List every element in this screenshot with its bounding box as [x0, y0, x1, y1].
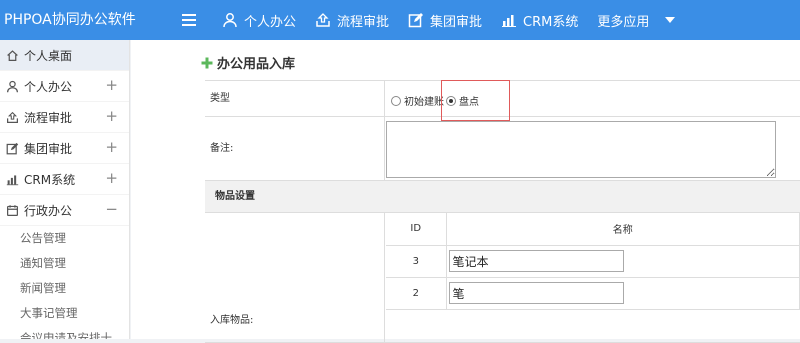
topnav-label: 集团审批: [430, 14, 483, 30]
sidebar-subitem-news[interactable]: 新闻管理: [0, 276, 129, 301]
sidebar-subitem-events[interactable]: 大事记管理: [0, 301, 129, 326]
topnav-group-approval[interactable]: 集团审批: [408, 11, 482, 30]
stock-in-form: 类型 初始建账 盘点 备注: 物品设置 入库物品: ID 名称 3 笔记本 2 …: [205, 80, 800, 343]
table-row: 2: [386, 277, 800, 310]
expand-icon[interactable]: +: [105, 109, 118, 124]
radio-button-selected[interactable]: [446, 95, 456, 106]
topnav-personal-office[interactable]: 个人办公: [222, 11, 296, 30]
topnav-label: CRM系统: [523, 14, 579, 30]
radio-inventory-check[interactable]: 盘点: [446, 93, 479, 108]
bar-chart-icon: [502, 15, 517, 27]
workflow-icon: [316, 13, 330, 27]
sidebar-subitem-announcements[interactable]: 公告管理: [0, 226, 129, 251]
calendar-icon: [7, 204, 18, 216]
top-bar: PHPOA协同办公软件 个人办公 流程审批 集团审批 CRM系统 更多应用: [0, 0, 800, 40]
items-row: 入库物品: ID 名称 3 2: [205, 213, 800, 343]
sidebar-item-label: 行政办公: [24, 203, 73, 218]
item-name-input[interactable]: [448, 250, 624, 272]
cell-name: [446, 245, 800, 278]
topnav-label: 更多应用: [597, 14, 650, 30]
cell-id: 2: [386, 277, 447, 310]
item-name-input[interactable]: [448, 282, 624, 304]
sidebar-item-personal-office[interactable]: 个人办公 +: [0, 71, 129, 102]
items-label: 入库物品:: [205, 213, 385, 342]
sidebar-subitem-notices[interactable]: 通知管理: [0, 251, 129, 276]
sidebar-item-group-approval[interactable]: 集团审批 +: [0, 133, 129, 164]
section-title: 物品设置: [215, 191, 255, 202]
sidebar-item-crm[interactable]: CRM系统 +: [0, 164, 129, 195]
sidebar-item-workflow[interactable]: 流程审批 +: [0, 102, 129, 133]
plus-icon: [201, 57, 213, 68]
note-row: 备注:: [205, 117, 800, 181]
sidebar: 个人桌面 个人办公 + 流程审批 + 集团审批 + CRM系统 + 行政办公 −…: [0, 40, 130, 339]
collapse-icon[interactable]: −: [105, 202, 118, 217]
edit-icon: [6, 142, 19, 154]
type-row: 类型 初始建账 盘点: [205, 81, 800, 117]
section-header: 物品设置: [205, 181, 800, 213]
expand-icon[interactable]: +: [105, 171, 118, 186]
topnav-more-apps[interactable]: 更多应用: [597, 11, 676, 30]
note-textarea[interactable]: [386, 121, 776, 178]
page-title: 办公用品入库: [201, 53, 295, 72]
table-header-row: ID 名称: [386, 213, 800, 246]
radio-label: 初始建账: [404, 97, 444, 108]
items-field: ID 名称 3 2: [386, 213, 800, 342]
topnav-crm[interactable]: CRM系统: [501, 11, 578, 30]
note-field: [386, 117, 800, 180]
sidebar-item-label: CRM系统: [24, 172, 76, 187]
note-label: 备注:: [205, 117, 385, 180]
column-header-id: ID: [386, 213, 447, 246]
radio-label: 盘点: [459, 97, 479, 108]
top-nav: 个人办公 流程审批 集团审批 CRM系统 更多应用: [222, 0, 694, 40]
menu-toggle-icon[interactable]: [180, 11, 198, 29]
column-header-name: 名称: [446, 213, 800, 246]
sidebar-item-label: 流程审批: [24, 110, 73, 125]
sidebar-item-personal-desktop[interactable]: 个人桌面: [0, 40, 129, 71]
sidebar-item-label: 个人办公: [24, 79, 73, 94]
main-content: 办公用品入库 类型 初始建账 盘点 备注: 物品设置 入库物品: ID 名称 3…: [131, 40, 800, 343]
expand-icon[interactable]: +: [105, 140, 118, 155]
bar-chart-icon: [6, 174, 19, 185]
expand-icon[interactable]: +: [105, 78, 118, 93]
home-icon: [7, 49, 18, 61]
type-label: 类型: [205, 81, 385, 116]
sidebar-item-admin-office[interactable]: 行政办公 −: [0, 195, 129, 226]
user-icon: [7, 80, 18, 92]
topnav-label: 个人办公: [244, 14, 297, 30]
cell-id: 3: [386, 245, 447, 278]
topnav-workflow[interactable]: 流程审批: [315, 11, 389, 30]
type-field: 初始建账 盘点: [386, 81, 800, 116]
edit-icon: [408, 13, 424, 28]
topnav-label: 流程审批: [337, 14, 390, 30]
table-row: 3: [386, 245, 800, 278]
items-table: ID 名称 3 2: [386, 213, 800, 310]
app-brand: PHPOA协同办公软件: [4, 12, 136, 28]
workflow-icon: [7, 111, 18, 123]
sidebar-item-label: 集团审批: [24, 141, 73, 156]
cell-name: [446, 277, 800, 310]
radio-button[interactable]: [391, 95, 401, 106]
caret-down-icon: [665, 17, 676, 23]
radio-initial-setup[interactable]: 初始建账: [391, 93, 444, 108]
page-title-text: 办公用品入库: [217, 57, 296, 72]
sidebar-subitem-meetings[interactable]: 会议申请及安排十: [0, 326, 129, 339]
user-icon: [223, 13, 237, 28]
sidebar-item-label: 个人桌面: [24, 48, 73, 63]
